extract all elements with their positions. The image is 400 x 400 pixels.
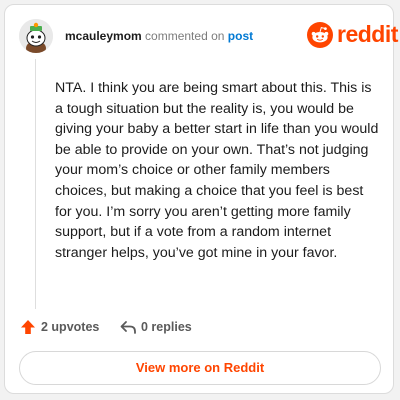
comment-meta: mcauleymom commented on post <box>65 29 253 43</box>
username-link[interactable]: mcauleymom <box>65 29 142 43</box>
reddit-snoo-icon <box>307 22 333 48</box>
upvote-arrow-icon <box>21 320 35 334</box>
reddit-brand[interactable]: reddit <box>307 20 398 50</box>
reply-arrow-icon <box>120 321 136 334</box>
comment-header: mcauleymom commented on post reddit <box>19 19 398 55</box>
action-text: commented on <box>145 29 225 43</box>
comment-actions: 2 upvotes 0 replies <box>19 317 379 337</box>
view-more-button[interactable]: View more on Reddit <box>19 351 381 385</box>
snoo-avatar-icon <box>19 19 53 53</box>
post-link[interactable]: post <box>228 29 253 43</box>
upvote-count: 2 upvotes <box>41 320 100 334</box>
comment-body: NTA. I think you are being smart about t… <box>55 80 379 261</box>
thread-line <box>35 59 36 309</box>
reply-count: 0 replies <box>141 320 192 334</box>
avatar[interactable] <box>19 19 53 53</box>
comment-card: mcauleymom commented on post reddit NTA.… <box>4 4 398 394</box>
brand-name: reddit <box>337 21 398 47</box>
